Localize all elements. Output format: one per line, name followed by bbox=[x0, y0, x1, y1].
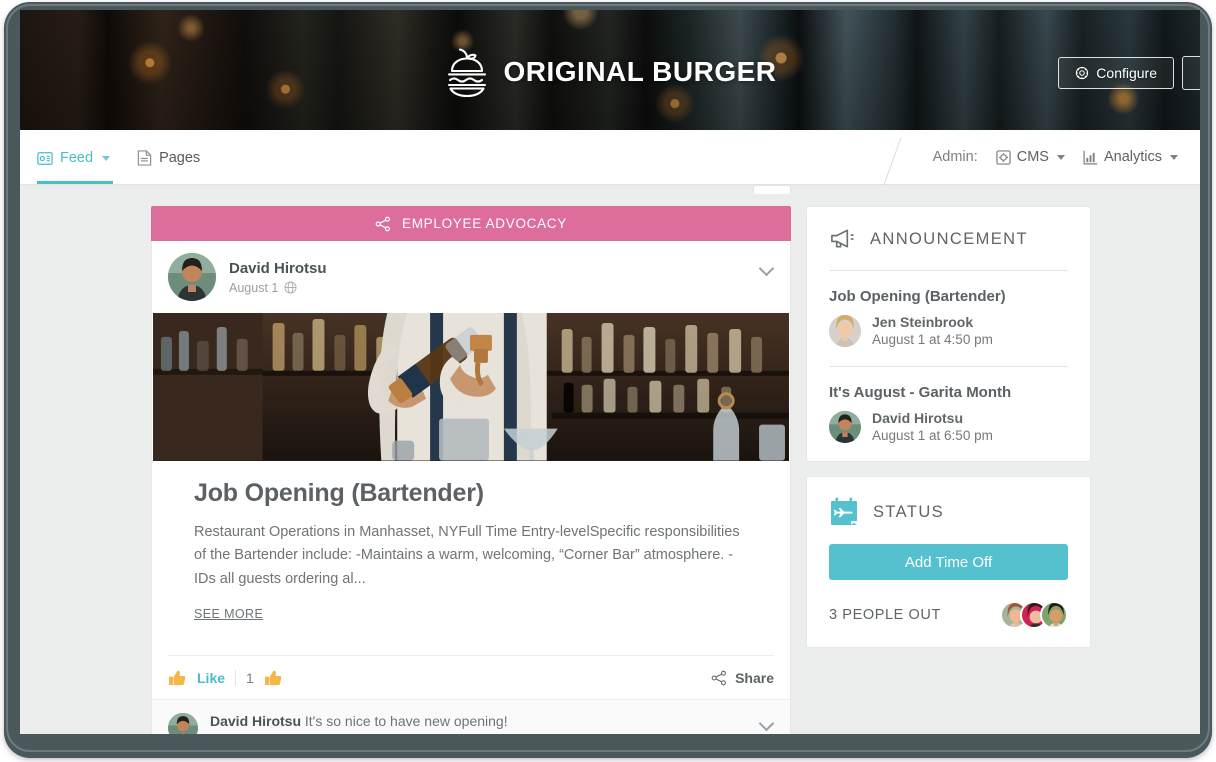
avatar[interactable] bbox=[1040, 601, 1068, 629]
comment-text: It's so nice to have new opening! bbox=[304, 713, 508, 730]
divider bbox=[829, 270, 1068, 271]
status-widget: STATUS Add Time Off 3 PEOPLE OUT bbox=[806, 476, 1091, 648]
chevron-down-icon[interactable] bbox=[758, 260, 775, 277]
share-nodes-icon bbox=[711, 670, 727, 686]
post-title: Job Opening (Bartender) bbox=[194, 479, 484, 507]
announcement-item-meta: Jen Steinbrook August 1 at 4:50 pm bbox=[872, 314, 993, 347]
people-out-avatars bbox=[1000, 601, 1068, 629]
comment-row: David Hirotsu It's so nice to have new o… bbox=[152, 699, 790, 734]
brand-name: ORIGINAL BURGER bbox=[503, 56, 777, 87]
calendar-plane-icon bbox=[829, 497, 859, 527]
cms-gear-icon bbox=[996, 149, 1011, 165]
announcement-widget: ANNOUNCEMENT Job Opening (Bartender) Jen… bbox=[806, 206, 1091, 462]
app-screen: ORIGINAL BURGER Configure Feed Pages Adm… bbox=[20, 10, 1200, 734]
avatar[interactable] bbox=[829, 410, 861, 443]
gear-icon bbox=[1075, 66, 1089, 80]
admin-label: Admin: bbox=[932, 149, 978, 165]
nav-item-pages-label: Pages bbox=[159, 150, 201, 166]
post-meta: David Hirotsu August 1 bbox=[229, 260, 327, 295]
nav-item-cms[interactable]: CMS bbox=[996, 149, 1065, 165]
navbar-right: Admin: CMS Analytics bbox=[881, 137, 1200, 191]
megaphone-icon bbox=[829, 227, 856, 251]
configure-button[interactable]: Configure bbox=[1058, 57, 1174, 89]
like-button-label[interactable]: Like bbox=[197, 670, 225, 686]
main-navbar: Feed Pages Admin: CMS Analytics bbox=[20, 130, 1200, 191]
announcement-item-title: Job Opening (Bartender) bbox=[829, 288, 1006, 305]
nav-item-feed[interactable]: Feed bbox=[37, 130, 114, 184]
share-nodes-icon bbox=[375, 216, 391, 232]
burger-logo-icon bbox=[444, 46, 490, 98]
like-count: 1 bbox=[235, 669, 254, 686]
thumbs-up-icon[interactable] bbox=[168, 669, 187, 687]
announcement-item-author: Jen Steinbrook bbox=[872, 314, 974, 330]
nav-item-cms-label: CMS bbox=[1016, 149, 1049, 165]
post-header: David Hirotsu August 1 bbox=[152, 241, 790, 313]
announcement-item-when: August 1 at 6:50 pm bbox=[872, 428, 993, 443]
nav-item-analytics[interactable]: Analytics bbox=[1083, 149, 1178, 165]
people-out-row: 3 PEOPLE OUT bbox=[829, 601, 1068, 629]
feed-icon bbox=[37, 151, 53, 166]
post-card: David Hirotsu August 1 Job Opening (Bart… bbox=[151, 241, 791, 734]
page-body: EMPLOYEE ADVOCACY David Hirotsu August 1… bbox=[20, 185, 1200, 734]
post-actions: Like 1 Share bbox=[168, 655, 774, 699]
divider bbox=[829, 366, 1068, 367]
post-date-row: August 1 bbox=[229, 281, 327, 295]
cover-actions: Configure bbox=[1058, 56, 1200, 90]
employee-advocacy-banner[interactable]: EMPLOYEE ADVOCACY bbox=[151, 206, 791, 241]
page-content: EMPLOYEE ADVOCACY David Hirotsu August 1… bbox=[20, 206, 1200, 734]
navbar-left: Feed Pages bbox=[20, 130, 203, 184]
announcement-item-meta: David Hirotsu August 1 at 6:50 pm bbox=[872, 410, 993, 443]
device-frame: ORIGINAL BURGER Configure Feed Pages Adm… bbox=[0, 0, 1216, 762]
announcement-item-person: David Hirotsu August 1 at 6:50 pm bbox=[829, 410, 1068, 443]
nav-item-analytics-label: Analytics bbox=[1103, 149, 1162, 165]
avatar[interactable] bbox=[829, 314, 861, 347]
status-title: STATUS bbox=[873, 502, 945, 521]
announcement-item[interactable]: Job Opening (Bartender) Jen Steinbrook A… bbox=[829, 288, 1068, 347]
analytics-chart-icon bbox=[1083, 150, 1098, 165]
navbar-divider bbox=[881, 137, 902, 191]
status-header: STATUS bbox=[829, 497, 1068, 527]
share-button[interactable]: Share bbox=[711, 670, 774, 686]
add-time-off-label: Add Time Off bbox=[904, 553, 993, 571]
hidden-tab-stub[interactable] bbox=[753, 185, 791, 194]
chevron-down-icon bbox=[102, 155, 111, 161]
brand-block: ORIGINAL BURGER bbox=[20, 46, 1200, 98]
comment-body: David Hirotsu It's so nice to have new o… bbox=[210, 713, 508, 734]
post-photo[interactable] bbox=[153, 313, 789, 461]
comment-text-line: David Hirotsu It's so nice to have new o… bbox=[210, 713, 508, 729]
globe-icon bbox=[284, 281, 297, 294]
share-label: Share bbox=[735, 669, 774, 686]
thumbs-up-icon bbox=[264, 669, 283, 687]
chevron-down-icon bbox=[1170, 154, 1178, 160]
avatar[interactable] bbox=[168, 713, 198, 734]
page-icon bbox=[137, 150, 152, 166]
comment-author[interactable]: David Hirotsu bbox=[210, 713, 301, 729]
employee-advocacy-label: EMPLOYEE ADVOCACY bbox=[402, 216, 567, 231]
chevron-down-icon[interactable] bbox=[758, 716, 775, 732]
post-date: August 1 bbox=[229, 280, 279, 295]
announcement-header: ANNOUNCEMENT bbox=[829, 227, 1068, 251]
like-group: Like 1 bbox=[168, 669, 283, 687]
announcement-item-when: August 1 at 4:50 pm bbox=[872, 332, 993, 347]
announcement-item-person: Jen Steinbrook August 1 at 4:50 pm bbox=[829, 314, 1068, 347]
post-body: Job Opening (Bartender) Restaurant Opera… bbox=[152, 461, 790, 639]
post-text: Restaurant Operations in Manhasset, NYFu… bbox=[194, 524, 740, 587]
announcement-title: ANNOUNCEMENT bbox=[870, 229, 1028, 248]
nav-item-pages[interactable]: Pages bbox=[137, 130, 203, 184]
cover-banner: ORIGINAL BURGER Configure bbox=[20, 10, 1200, 130]
avatar[interactable] bbox=[168, 253, 216, 301]
sidebar-column: ANNOUNCEMENT Job Opening (Bartender) Jen… bbox=[806, 206, 1091, 734]
feed-column: EMPLOYEE ADVOCACY David Hirotsu August 1… bbox=[151, 206, 791, 734]
announcement-item-title: It's August - Garita Month bbox=[829, 384, 1012, 401]
chevron-down-icon bbox=[1056, 154, 1065, 160]
people-out-label: 3 PEOPLE OUT bbox=[829, 607, 941, 623]
announcement-item-author: David Hirotsu bbox=[872, 410, 964, 426]
configure-label: Configure bbox=[1096, 65, 1157, 81]
panel-toggle-icon[interactable] bbox=[1182, 56, 1200, 90]
nav-item-feed-label: Feed bbox=[60, 150, 94, 166]
announcement-item[interactable]: It's August - Garita Month David Hirotsu… bbox=[829, 384, 1068, 443]
post-author[interactable]: David Hirotsu bbox=[229, 260, 327, 277]
add-time-off-button[interactable]: Add Time Off bbox=[829, 544, 1068, 580]
see-more-link[interactable]: SEE MORE bbox=[194, 607, 263, 621]
